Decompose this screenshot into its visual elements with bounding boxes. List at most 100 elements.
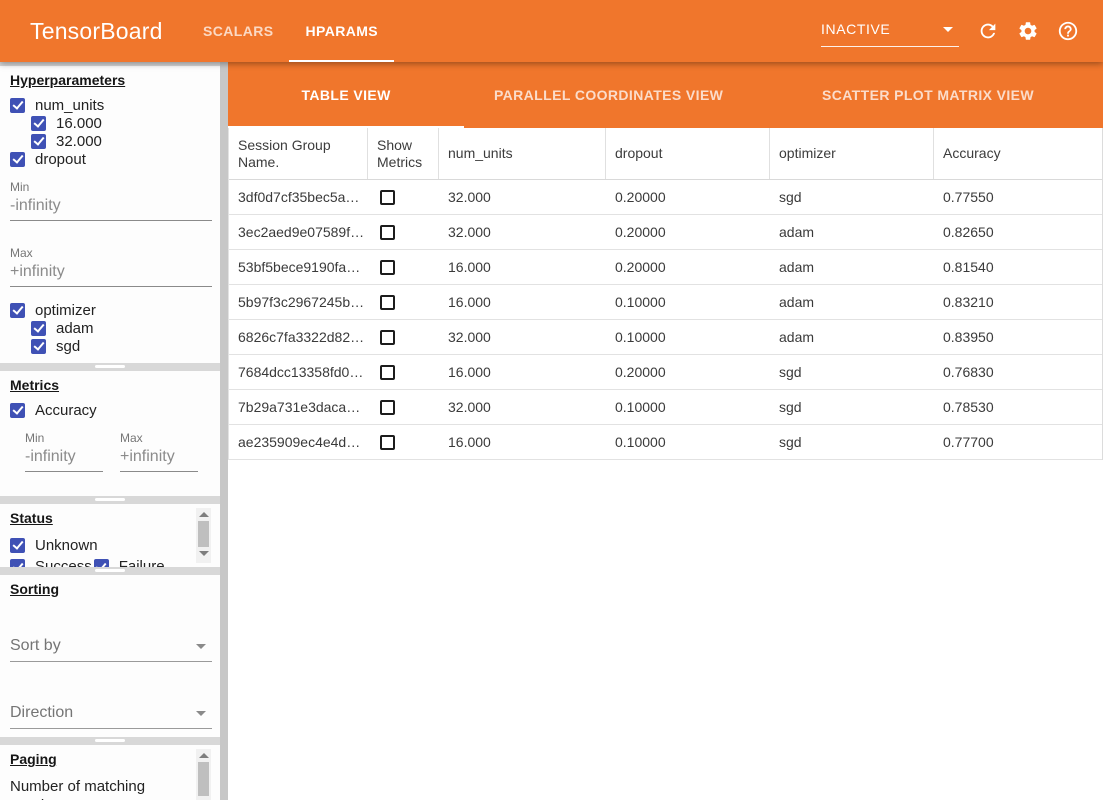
column-header-show-metrics[interactable]: Show Metrics [368, 128, 439, 179]
show-metrics-checkbox[interactable] [380, 435, 395, 450]
optimizer-cell: adam [770, 215, 934, 249]
status-failure-checkbox[interactable] [94, 559, 109, 567]
optimizer-sgd-checkbox[interactable] [31, 339, 46, 354]
tab-table-view[interactable]: TABLE VIEW [228, 62, 464, 128]
show-metrics-cell [368, 425, 439, 459]
accuracy-cell: 0.77700 [934, 425, 1102, 459]
num-units-cell: 32.000 [439, 390, 606, 424]
status-scrollbar[interactable] [196, 508, 211, 563]
scroll-up-icon[interactable] [199, 753, 209, 758]
status-success-checkbox[interactable] [10, 559, 25, 567]
help-icon[interactable] [1057, 20, 1079, 42]
table-row: 6826c7fa3322d82… 32.000 0.10000 adam 0.8… [229, 320, 1102, 355]
show-metrics-checkbox[interactable] [380, 400, 395, 415]
dropout-cell: 0.20000 [606, 250, 770, 284]
session-group-name-cell: 7684dcc13358fd0… [229, 355, 368, 389]
show-metrics-cell [368, 215, 439, 249]
dropout-label: dropout [35, 151, 86, 168]
show-metrics-checkbox[interactable] [380, 365, 395, 380]
status-scrollbar-thumb[interactable] [198, 521, 209, 547]
table-row: 53bf5bece9190fa… 16.000 0.20000 adam 0.8… [229, 250, 1102, 285]
refresh-icon[interactable] [977, 20, 999, 42]
num-units-cell: 32.000 [439, 320, 606, 354]
dropout-cell: 0.20000 [606, 215, 770, 249]
status-dropdown-value: INACTIVE [821, 21, 890, 37]
tab-hparams[interactable]: HPARAMS [289, 0, 394, 62]
section-resize-handle[interactable] [95, 739, 125, 742]
show-metrics-checkbox[interactable] [380, 225, 395, 240]
optimizer-adam-checkbox[interactable] [31, 321, 46, 336]
tab-scatter-plot-matrix-view[interactable]: SCATTER PLOT MATRIX VIEW [753, 62, 1103, 128]
show-metrics-checkbox[interactable] [380, 190, 395, 205]
chevron-down-icon [943, 27, 953, 32]
paging-scrollbar-thumb[interactable] [198, 762, 209, 796]
app-title: TensorBoard [30, 18, 163, 45]
session-group-name-cell: 3df0d7cf35bec5a… [229, 180, 368, 214]
tab-scalars[interactable]: SCALARS [187, 0, 289, 62]
metrics-section: Metrics Accuracy Min Max [0, 371, 220, 496]
direction-value: Direction [10, 704, 73, 722]
sort-by-value: Sort by [10, 637, 61, 655]
num-units-checkbox[interactable] [10, 98, 25, 113]
optimizer-checkbox[interactable] [10, 303, 25, 318]
hyperparameters-section: Hyperparameters num_units 16.000 32.000 … [0, 66, 220, 363]
dropout-max-input[interactable] [10, 260, 212, 287]
session-group-name-cell: 6826c7fa3322d82… [229, 320, 368, 354]
section-resize-handle[interactable] [95, 498, 125, 501]
table-row: 7b29a731e3daca… 32.000 0.10000 sgd 0.785… [229, 390, 1102, 425]
session-groups-table: Session Group Name. Show Metrics num_uni… [228, 128, 1103, 460]
accuracy-max-input[interactable] [120, 445, 198, 472]
sorting-section: Sorting Sort by Direction [0, 575, 220, 737]
hparam-row-num-units-16: 16.000 [31, 114, 220, 132]
column-header-optimizer[interactable]: optimizer [770, 128, 934, 179]
show-metrics-checkbox[interactable] [380, 330, 395, 345]
direction-select[interactable]: Direction [10, 704, 212, 729]
accuracy-checkbox[interactable] [10, 403, 25, 418]
metric-row-accuracy: Accuracy [10, 401, 220, 419]
hparams-sidebar: Hyperparameters num_units 16.000 32.000 … [0, 62, 228, 800]
num-units-cell: 32.000 [439, 180, 606, 214]
num-units-32-label: 32.000 [56, 133, 102, 150]
tab-scatter-plot-matrix-label: SCATTER PLOT MATRIX VIEW [822, 87, 1034, 103]
sidebar-scrollbar[interactable] [220, 62, 228, 800]
session-group-name-cell: ae235909ec4e4d… [229, 425, 368, 459]
accuracy-cell: 0.76830 [934, 355, 1102, 389]
optimizer-cell: sgd [770, 425, 934, 459]
column-header-num-units[interactable]: num_units [439, 128, 606, 179]
tab-parallel-coordinates-view[interactable]: PARALLEL COORDINATES VIEW [464, 62, 753, 128]
num-units-cell: 16.000 [439, 425, 606, 459]
show-metrics-cell [368, 390, 439, 424]
column-header-accuracy[interactable]: Accuracy [934, 128, 1102, 179]
view-tabbar: TABLE VIEW PARALLEL COORDINATES VIEW SCA… [228, 62, 1103, 128]
optimizer-cell: sgd [770, 180, 934, 214]
column-header-session-group-name[interactable]: Session Group Name. [229, 128, 368, 179]
table-row: 3df0d7cf35bec5a… 32.000 0.20000 sgd 0.77… [229, 180, 1102, 215]
settings-icon[interactable] [1017, 20, 1039, 42]
show-metrics-checkbox[interactable] [380, 295, 395, 310]
accuracy-min-input[interactable] [25, 445, 103, 472]
paging-scrollbar[interactable] [196, 749, 211, 800]
dropout-min-input[interactable] [10, 194, 212, 221]
app-header: TensorBoard SCALARS HPARAMS INACTIVE [0, 0, 1103, 62]
num-units-32-checkbox[interactable] [31, 134, 46, 149]
accuracy-cell: 0.78530 [934, 390, 1102, 424]
show-metrics-checkbox[interactable] [380, 260, 395, 275]
sort-by-select[interactable]: Sort by [10, 637, 212, 662]
scroll-down-icon[interactable] [199, 551, 209, 556]
session-group-name-cell: 5b97f3c2967245b… [229, 285, 368, 319]
scroll-up-icon[interactable] [199, 512, 209, 517]
status-unknown-checkbox[interactable] [10, 538, 25, 553]
section-resize-handle[interactable] [95, 365, 125, 368]
accuracy-cell: 0.83950 [934, 320, 1102, 354]
section-resize-handle[interactable] [95, 569, 125, 572]
num-units-cell: 16.000 [439, 355, 606, 389]
num-units-cell: 32.000 [439, 215, 606, 249]
hparam-row-optimizer: optimizer [10, 301, 220, 319]
column-header-dropout[interactable]: dropout [606, 128, 770, 179]
chevron-down-icon [196, 644, 206, 649]
status-section: Status Unknown Success Failure Running [0, 504, 220, 567]
dropout-checkbox[interactable] [10, 152, 25, 167]
status-dropdown[interactable]: INACTIVE [821, 21, 959, 47]
dropout-max-label: Max [10, 246, 220, 260]
num-units-16-checkbox[interactable] [31, 116, 46, 131]
